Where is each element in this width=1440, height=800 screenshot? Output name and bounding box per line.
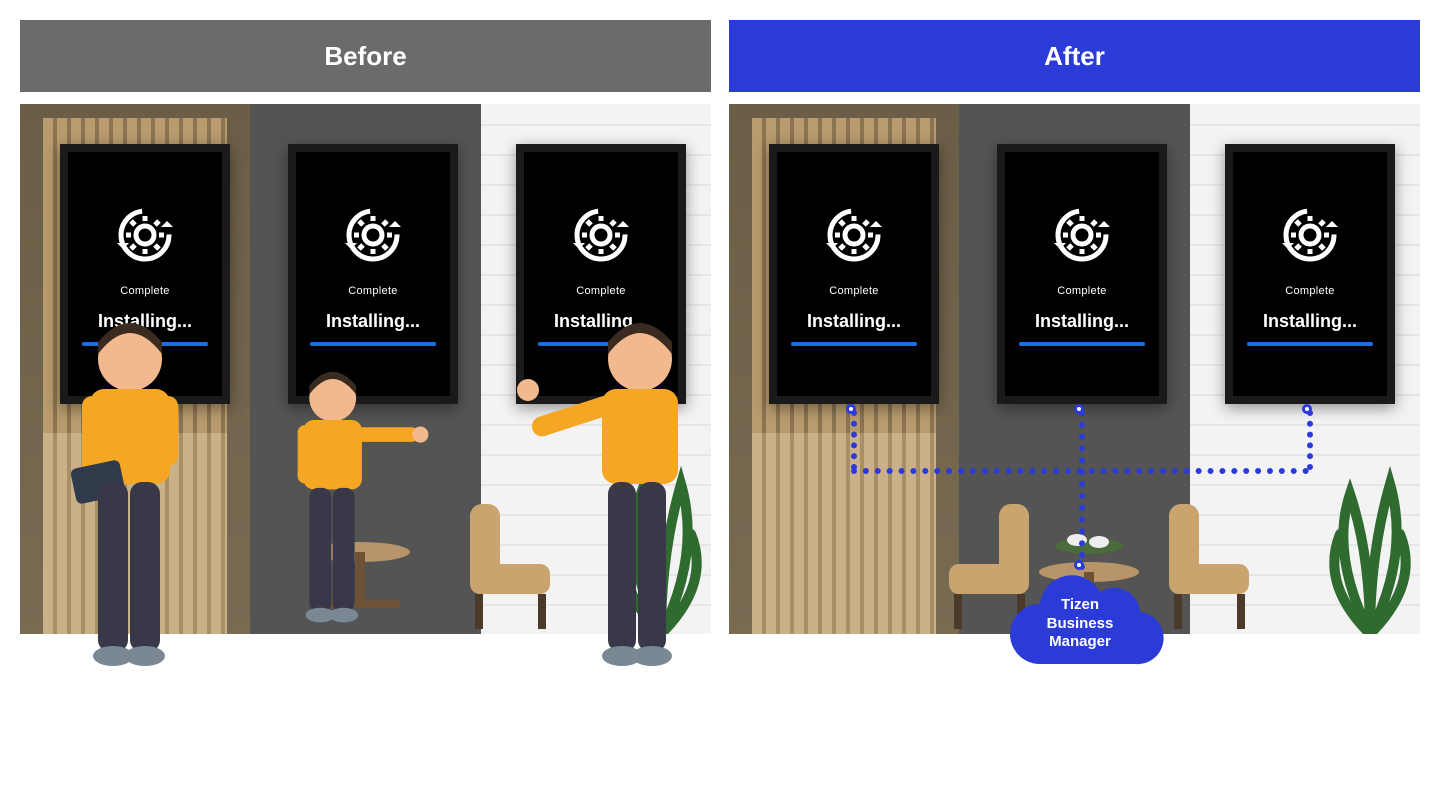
status-text: Complete	[348, 285, 397, 297]
status-text: Complete	[1285, 285, 1334, 297]
progress-bar	[1247, 342, 1373, 346]
status-text: Complete	[120, 285, 169, 297]
technician-icon	[30, 304, 220, 704]
technician-icon	[245, 304, 435, 704]
status-text: Complete	[829, 285, 878, 297]
after-header: After	[729, 20, 1420, 92]
action-text: Installing...	[807, 311, 901, 332]
connector-line	[1079, 410, 1085, 570]
signage-display: Complete Installing...	[769, 144, 939, 404]
connector-endpoint	[1302, 404, 1312, 414]
action-text: Installing...	[1035, 311, 1129, 332]
technician-icon	[510, 304, 720, 704]
before-scene: Complete Installing... Complete Installi…	[20, 104, 711, 634]
comparison-row: Before Complete Installing...	[0, 0, 1440, 634]
progress-bar	[1019, 342, 1145, 346]
connector-line	[851, 410, 857, 470]
after-column: After Complete Installing... Complet	[729, 20, 1420, 634]
connector-endpoint	[1074, 404, 1084, 414]
status-text: Complete	[576, 285, 625, 297]
connector-line	[851, 468, 1309, 474]
progress-bar	[791, 342, 917, 346]
connector-endpoint	[846, 404, 856, 414]
update-icon	[113, 203, 177, 267]
update-icon	[1278, 203, 1342, 267]
status-text: Complete	[1057, 285, 1106, 297]
signage-display: Complete Installing...	[997, 144, 1167, 404]
after-scene: Complete Installing... Complete Installi…	[729, 104, 1420, 634]
cloud-label: Tizen Business Manager	[1023, 596, 1138, 652]
cloud-service-icon: Tizen Business Manager	[995, 564, 1165, 684]
before-header: Before	[20, 20, 711, 92]
update-icon	[341, 203, 405, 267]
action-text: Installing...	[1263, 311, 1357, 332]
chair	[1149, 474, 1269, 634]
before-column: Before Complete Installing...	[20, 20, 711, 634]
update-icon	[569, 203, 633, 267]
signage-display: Complete Installing...	[1225, 144, 1395, 404]
plant	[1310, 434, 1430, 634]
update-icon	[1050, 203, 1114, 267]
update-icon	[822, 203, 886, 267]
connector-line	[1307, 410, 1313, 470]
